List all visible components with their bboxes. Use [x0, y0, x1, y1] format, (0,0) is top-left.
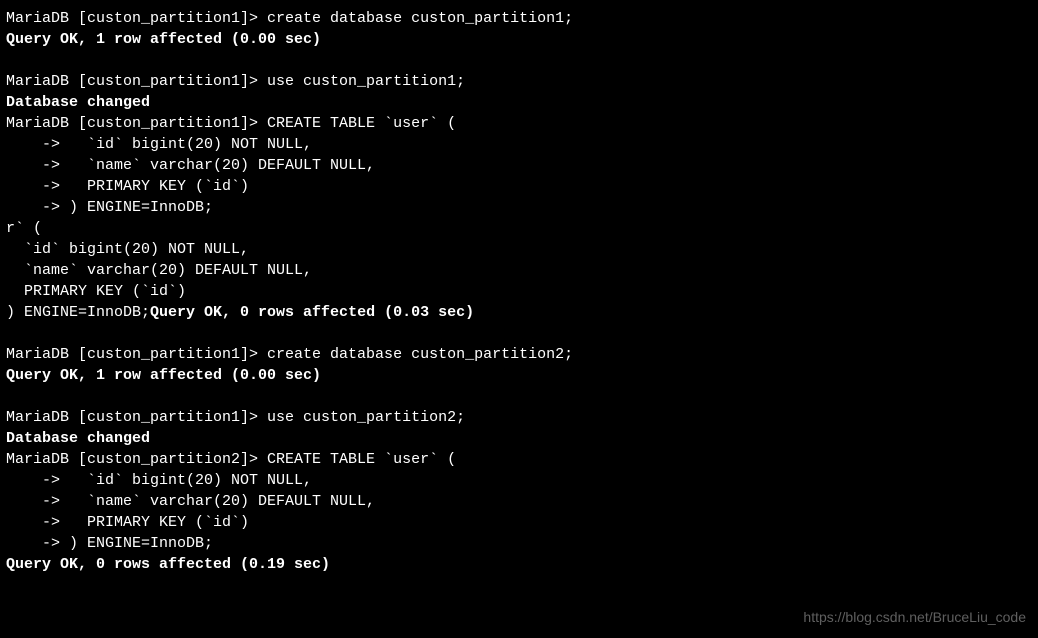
terminal-line: r` (: [6, 218, 1032, 239]
terminal-line: MariaDB [custon_partition1]> CREATE TABL…: [6, 113, 1032, 134]
terminal-line: MariaDB [custon_partition1]> create data…: [6, 344, 1032, 365]
terminal-line: -> ) ENGINE=InnoDB;: [6, 533, 1032, 554]
terminal-line: -> PRIMARY KEY (`id`): [6, 176, 1032, 197]
terminal-line: [6, 50, 1032, 71]
terminal-line: Database changed: [6, 92, 1032, 113]
terminal-line: -> ) ENGINE=InnoDB;: [6, 197, 1032, 218]
terminal-line: -> `name` varchar(20) DEFAULT NULL,: [6, 155, 1032, 176]
terminal-line: PRIMARY KEY (`id`): [6, 281, 1032, 302]
terminal-line: [6, 386, 1032, 407]
terminal-line: -> `id` bigint(20) NOT NULL,: [6, 470, 1032, 491]
terminal-line: MariaDB [custon_partition2]> CREATE TABL…: [6, 449, 1032, 470]
terminal-line: Query OK, 0 rows affected (0.19 sec): [6, 554, 1032, 575]
terminal-line: `name` varchar(20) DEFAULT NULL,: [6, 260, 1032, 281]
terminal-line: -> PRIMARY KEY (`id`): [6, 512, 1032, 533]
watermark-text: https://blog.csdn.net/BruceLiu_code: [803, 608, 1026, 628]
terminal-line: ) ENGINE=InnoDB;Query OK, 0 rows affecte…: [6, 302, 1032, 323]
terminal-line: MariaDB [custon_partition1]> use custon_…: [6, 71, 1032, 92]
terminal-line: MariaDB [custon_partition1]> create data…: [6, 8, 1032, 29]
terminal-line: Query OK, 1 row affected (0.00 sec): [6, 365, 1032, 386]
terminal-line: `id` bigint(20) NOT NULL,: [6, 239, 1032, 260]
terminal-result: Query OK, 0 rows affected (0.03 sec): [150, 304, 474, 321]
terminal-text: ) ENGINE=InnoDB;: [6, 304, 150, 321]
terminal-line: -> `name` varchar(20) DEFAULT NULL,: [6, 491, 1032, 512]
terminal-line: MariaDB [custon_partition1]> use custon_…: [6, 407, 1032, 428]
terminal-line: -> `id` bigint(20) NOT NULL,: [6, 134, 1032, 155]
terminal-line: [6, 323, 1032, 344]
terminal-line: Database changed: [6, 428, 1032, 449]
terminal-output: MariaDB [custon_partition1]> create data…: [6, 8, 1032, 575]
terminal-line: Query OK, 1 row affected (0.00 sec): [6, 29, 1032, 50]
